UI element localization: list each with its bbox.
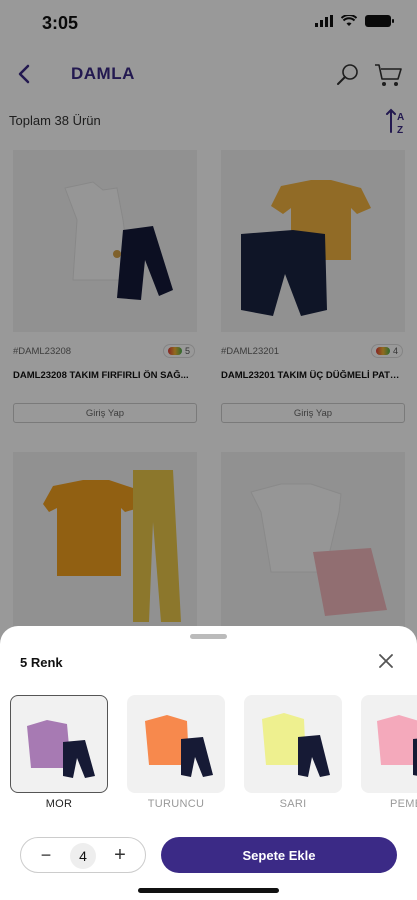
sheet-grabber[interactable] [190,634,227,639]
decrease-button[interactable]: − [37,846,55,864]
increase-button[interactable]: + [111,845,129,865]
swatch-photo [145,715,213,777]
close-button[interactable] [377,652,395,670]
color-swatch-list: MOR TURUNCU SARI PEM [10,695,417,819]
swatch-image [10,695,108,793]
add-to-cart-button[interactable]: Sepete Ekle [161,837,397,873]
color-picker-sheet: 5 Renk MOR TURUNCU SARI PEM − 4 + Sepete… [0,626,417,900]
swatch-label: SARI [279,798,307,810]
sheet-title: 5 Renk [20,655,63,670]
close-icon [379,654,393,668]
swatch-turuncu[interactable]: TURUNCU [127,695,225,810]
swatch-label: PEMBE [389,798,417,810]
swatch-image [244,695,342,793]
swatch-image [127,695,225,793]
swatch-pembe[interactable]: PEMBE [361,695,417,810]
quantity-value[interactable]: 4 [70,843,96,869]
swatch-image [361,695,417,793]
swatch-photo [377,715,417,776]
swatch-photo [262,713,330,777]
swatch-sari[interactable]: SARI [244,695,342,810]
quantity-stepper: − 4 + [20,837,146,873]
home-indicator [138,888,279,893]
swatch-mor[interactable]: MOR [10,695,108,810]
swatch-photo [27,720,95,778]
swatch-label: MOR [45,798,73,810]
swatch-label: TURUNCU [147,798,205,810]
